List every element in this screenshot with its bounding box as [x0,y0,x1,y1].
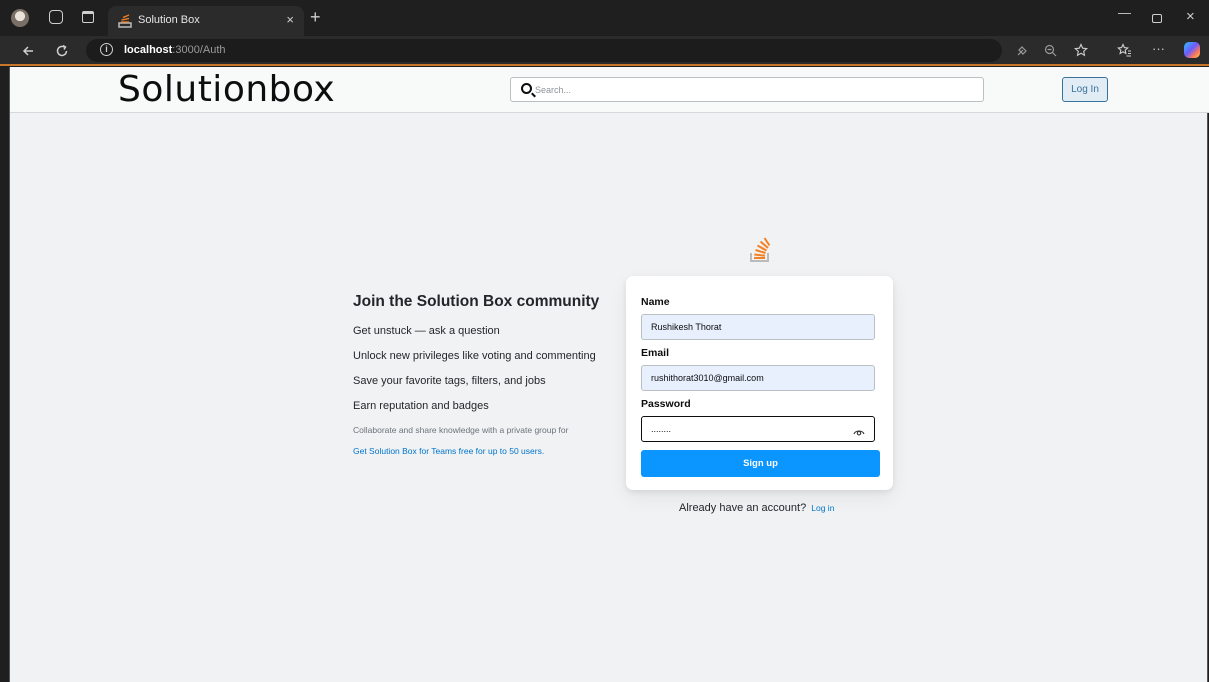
url-text: localhost:3000/Auth [124,44,226,56]
pitch-item: Earn reputation and badges [353,400,489,412]
zoom-icon[interactable] [1044,44,1057,57]
profile-avatar[interactable] [11,9,29,27]
minimize-icon[interactable]: — [1118,5,1131,20]
password-field[interactable] [641,416,875,442]
site-info-icon[interactable]: i [100,43,113,56]
new-tab-icon[interactable]: + [310,8,321,26]
already-have-account: Already have an account? Log in [679,502,834,514]
site-logo[interactable]: Solutionbox [118,69,335,110]
community-pitch: Join the Solution Box community Get unst… [353,293,623,457]
search-box[interactable] [510,77,984,102]
email-field[interactable] [641,365,875,391]
pitch-item: Get unstuck — ask a question [353,325,500,337]
pitch-item: Save your favorite tags, filters, and jo… [353,375,546,387]
refresh-icon[interactable] [55,44,69,58]
more-menu-icon[interactable]: ··· [1152,41,1165,56]
stack-favicon-icon [118,14,132,28]
window-close-icon[interactable]: × [1186,8,1195,25]
pitch-title: Join the Solution Box community [353,293,600,310]
tab-actions-icon[interactable] [82,11,94,23]
workspaces-icon[interactable] [49,10,63,24]
password-label: Password [641,398,691,410]
favorites-icon[interactable] [1117,43,1132,57]
page-viewport: Solutionbox Log In Join the Solution Box… [9,67,1209,682]
read-aloud-icon[interactable] [1016,45,1028,57]
teams-note: Collaborate and share knowledge with a p… [353,425,569,435]
pitch-item: Unlock new privileges like voting and co… [353,350,596,362]
browser-toolbar: i localhost:3000/Auth ··· [0,36,1209,66]
login-link[interactable]: Log in [811,503,834,513]
teams-link[interactable]: Get Solution Box for Teams free for up t… [353,445,623,457]
show-password-eye-icon[interactable] [853,428,865,436]
signup-card: Name Email Password Sign up [626,276,893,490]
email-label: Email [641,347,670,359]
favorite-star-icon[interactable] [1074,43,1088,57]
copilot-icon[interactable] [1184,42,1200,58]
already-text: Already have an account? [679,502,807,514]
tab-title: Solution Box [138,14,200,26]
site-header: Solutionbox Log In [10,67,1209,113]
restore-icon[interactable] [1152,14,1162,23]
header-login-button[interactable]: Log In [1062,77,1108,102]
search-input[interactable] [535,81,975,99]
tab-solution-box[interactable]: Solution Box × [108,6,304,36]
name-field[interactable] [641,314,875,340]
stack-logo-icon [750,237,771,262]
address-bar[interactable]: i localhost:3000/Auth [86,39,1002,62]
search-icon [521,83,532,94]
signup-button[interactable]: Sign up [641,450,880,477]
browser-tabstrip: Solution Box × + — × [0,0,1209,36]
name-label: Name [641,296,670,308]
back-icon[interactable] [21,44,35,58]
tab-close-icon[interactable]: × [286,12,294,27]
